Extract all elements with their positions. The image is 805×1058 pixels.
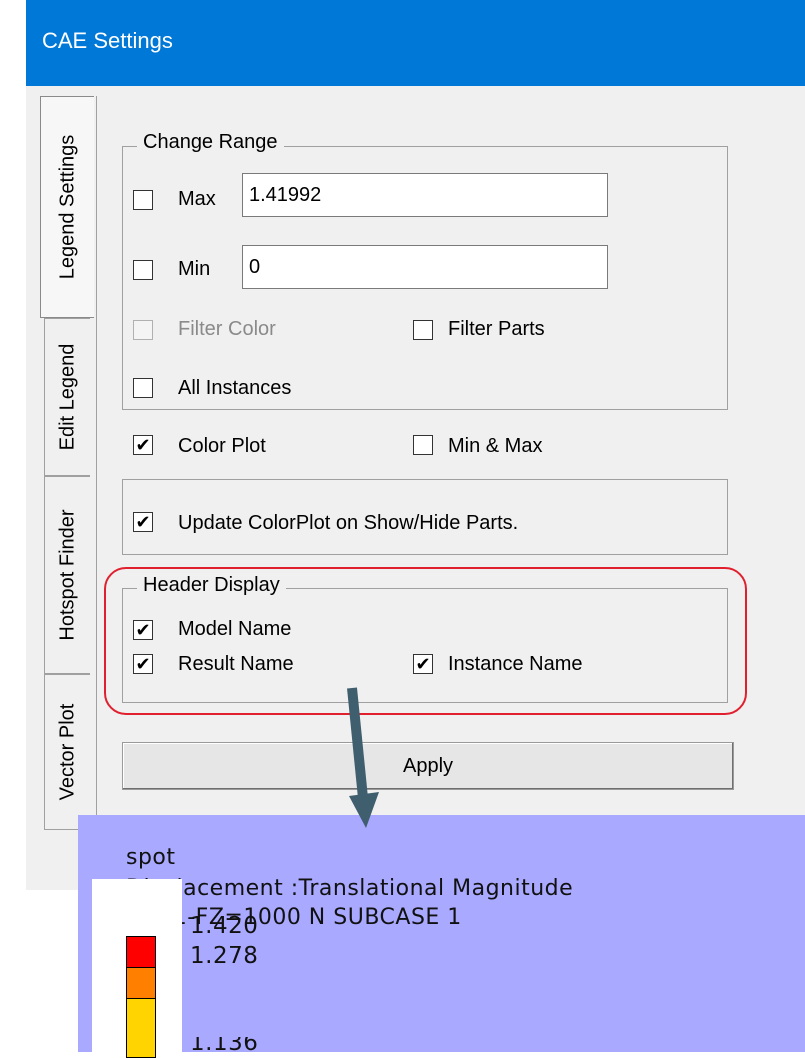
down-arrow-icon bbox=[347, 687, 379, 828]
filter-color-label: Filter Color bbox=[178, 318, 276, 340]
legend-preview bbox=[78, 815, 805, 1052]
color-legend bbox=[92, 879, 182, 1058]
legend-swatch-next bbox=[126, 998, 156, 1058]
min-input[interactable] bbox=[242, 245, 608, 289]
tab-label: Vector Plot bbox=[56, 703, 78, 801]
tab-vector-plot[interactable]: Vector Plot bbox=[44, 674, 90, 830]
legend-swatch-orange bbox=[126, 967, 156, 999]
preview-model-name: spot bbox=[126, 845, 176, 870]
legend-swatch-red bbox=[126, 936, 156, 968]
min-label: Min bbox=[178, 258, 211, 280]
tab-edit-legend[interactable]: Edit Legend bbox=[44, 318, 90, 476]
all-instances-label: All Instances bbox=[178, 377, 292, 399]
filter-parts-label: Filter Parts bbox=[448, 318, 545, 340]
legend-value: 1.278 bbox=[190, 943, 259, 969]
max-label: Max bbox=[178, 188, 216, 210]
filter-parts-checkbox[interactable] bbox=[413, 320, 433, 340]
legend-value-clip: 1.136 bbox=[188, 1037, 278, 1052]
window-title: CAE Settings bbox=[42, 28, 173, 53]
tab-legend-settings[interactable]: Legend Settings bbox=[40, 96, 94, 318]
filter-color-checkbox[interactable] bbox=[133, 320, 153, 340]
title-bar: CAE Settings bbox=[26, 0, 805, 86]
apply-button[interactable]: Apply bbox=[122, 742, 734, 790]
legend-value: 1.136 bbox=[190, 1037, 259, 1052]
change-range-title: Change Range bbox=[137, 131, 284, 154]
tab-label: Edit Legend bbox=[56, 343, 78, 451]
max-input[interactable] bbox=[242, 173, 608, 217]
color-plot-label: Color Plot bbox=[178, 435, 266, 457]
update-colorplot-checkbox[interactable]: ✔ bbox=[133, 512, 153, 532]
legend-value: 1.420 bbox=[190, 913, 259, 939]
tab-label: Legend Settings bbox=[56, 134, 78, 280]
min-max-label: Min & Max bbox=[448, 435, 543, 457]
min-checkbox[interactable] bbox=[133, 260, 153, 280]
vertical-tab-strip: Legend Settings Edit Legend Hotspot Find… bbox=[38, 96, 98, 830]
min-max-checkbox[interactable] bbox=[413, 435, 433, 455]
tab-hotspot-finder[interactable]: Hotspot Finder bbox=[44, 476, 90, 674]
update-colorplot-label: Update ColorPlot on Show/Hide Parts. bbox=[178, 512, 519, 534]
preview-result-name: Displacement :Translational Magnitude bbox=[126, 876, 574, 901]
color-plot-checkbox[interactable]: ✔ bbox=[133, 435, 153, 455]
header-display-highlight bbox=[104, 567, 747, 715]
all-instances-checkbox[interactable] bbox=[133, 378, 153, 398]
max-checkbox[interactable] bbox=[133, 190, 153, 210]
tab-label: Hotspot Finder bbox=[56, 509, 78, 641]
